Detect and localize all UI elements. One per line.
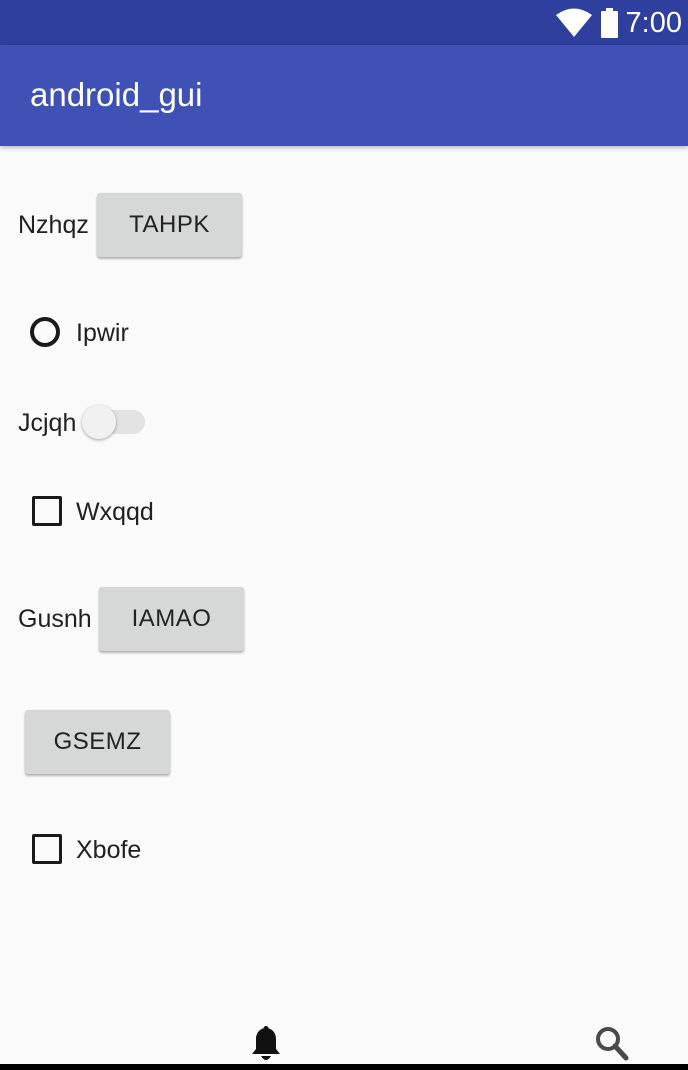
ipwir-radio-label: Ipwir — [76, 319, 129, 347]
search-icon[interactable] — [595, 1026, 629, 1062]
status-time: 7:00 — [625, 7, 682, 39]
gusnh-label: Gusnh — [18, 605, 92, 633]
wxqqd-checkbox-label: Wxqqd — [76, 498, 154, 526]
bell-icon[interactable] — [250, 1026, 282, 1064]
xbofe-checkbox-label: Xbofe — [76, 836, 142, 864]
jcjqh-switch-thumb[interactable] — [82, 405, 116, 439]
xbofe-checkbox[interactable] — [32, 834, 62, 864]
app-bar: android_gui — [0, 45, 688, 146]
gsemz-button[interactable]: GSEMZ — [25, 710, 170, 774]
iamao-button[interactable]: IAMAO — [99, 587, 244, 651]
wxqqd-checkbox[interactable] — [32, 496, 62, 526]
jcjqh-label: Jcjqh — [18, 409, 77, 437]
ipwir-radio[interactable] — [30, 317, 60, 347]
screen: 7:00 android_gui Nzhqz TAHPK Ipwir Jcjqh… — [0, 0, 688, 1070]
bottom-bar-edge — [0, 1064, 688, 1070]
app-title: android_gui — [30, 76, 203, 113]
tahpk-button[interactable]: TAHPK — [97, 193, 242, 257]
wifi-icon — [555, 8, 592, 37]
status-icons: 7:00 — [555, 4, 682, 42]
status-bar: 7:00 — [0, 0, 688, 45]
nzhqz-label: Nzhqz — [18, 211, 89, 239]
battery-icon — [600, 8, 618, 38]
